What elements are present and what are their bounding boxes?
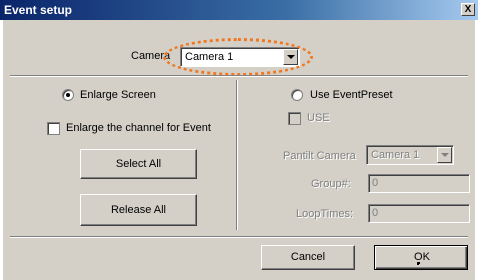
cancel-button[interactable]: Cancel [261,245,355,270]
enlarge-screen-radio[interactable] [62,89,74,101]
use-label: USE [307,112,330,124]
column-divider [236,80,238,230]
group-value: 0 [372,177,379,189]
enlarge-channel-label[interactable]: Enlarge the channel for Event [66,122,211,134]
release-all-label: Release All [110,204,167,216]
ok-button[interactable]: OK [374,245,468,270]
radio-selected-dot [66,93,70,97]
enlarge-channel-checkbox[interactable] [47,122,60,135]
bottom-divider [10,236,468,238]
use-eventpreset-radio[interactable] [291,89,303,101]
ok-label: OK [414,251,430,263]
pantilt-camera-value: Camera 1 [371,149,420,161]
title-bar[interactable]: Event setup X [0,0,478,20]
event-setup-dialog: Event setup X Camera Camera 1 Enlarge Sc… [0,0,478,280]
looptimes-field[interactable]: 0 [368,204,470,223]
use-eventpreset-label[interactable]: Use EventPreset [310,89,393,101]
group-label: Group#: [311,178,351,190]
left-edge-strip [0,20,3,280]
select-all-label: Select All [115,158,162,170]
chevron-down-icon[interactable] [437,147,452,163]
looptimes-value: 0 [372,207,379,219]
group-field[interactable]: 0 [368,174,470,193]
dialog-title: Event setup [4,3,73,17]
pantilt-camera-select[interactable]: Camera 1 [366,145,454,165]
top-divider [10,75,468,77]
use-checkbox[interactable] [288,112,301,125]
close-icon: X [464,4,472,15]
looptimes-label: LoopTimes: [296,208,354,220]
highlight-annotation [163,38,313,76]
close-button[interactable]: X [461,3,475,16]
select-all-button[interactable]: Select All [80,149,197,179]
release-all-button[interactable]: Release All [80,194,197,226]
cancel-label: Cancel [290,251,326,263]
pantilt-camera-label: Pantilt Camera [283,150,356,162]
enlarge-screen-label[interactable]: Enlarge Screen [80,89,156,101]
